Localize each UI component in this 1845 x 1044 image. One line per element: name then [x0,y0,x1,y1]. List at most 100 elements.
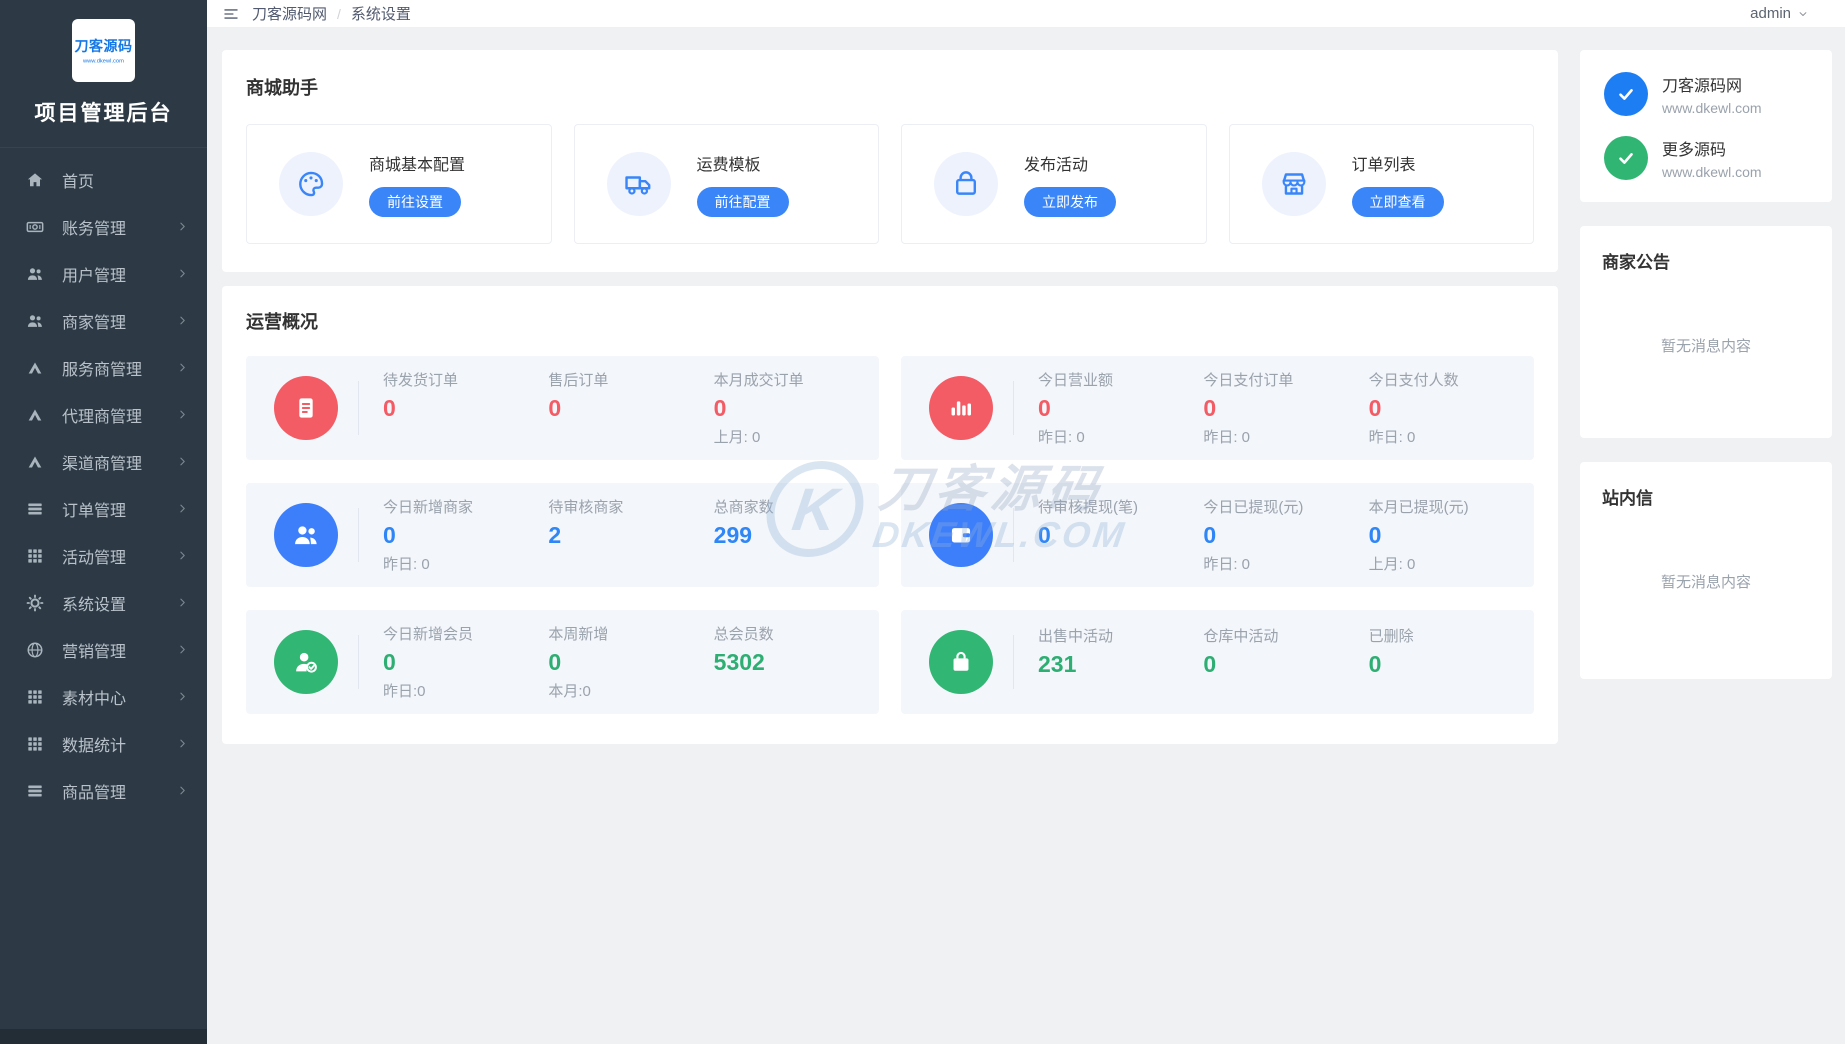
chevron-right-icon [176,455,189,468]
merchant-announcement-card: 商家公告 暂无消息内容 [1580,226,1832,438]
sidebar-item-label: 数据统计 [62,737,127,755]
chevron-right-icon [176,784,189,797]
mall-helper-card: 商城助手 商城基本配置 前往设置 运费模板 前往配置 发布活动 立即发布 订单列… [222,50,1558,272]
stats-panel-activities: 出售中活动 231 仓库中活动 0 已删除 0 [901,610,1534,714]
sidebar-item-users[interactable]: 用户管理 [0,250,207,297]
sidebar-item-label: 订单管理 [62,502,127,520]
breadcrumb-separator: / [337,5,341,22]
gear-icon [25,593,45,613]
stat: 总会员数 5302 [713,626,774,675]
list-icon [25,499,45,519]
sidebar-item-marketing[interactable]: 营销管理 [0,626,207,673]
app-title: 项目管理后台 [34,102,173,125]
section-title: 商城助手 [246,78,318,98]
sidebar-item-products[interactable]: 商品管理 [0,767,207,814]
sidebar-item-activities[interactable]: 活动管理 [0,532,207,579]
sidebar-item-orders[interactable]: 订单管理 [0,485,207,532]
sidebar-item-system-settings[interactable]: 系统设置 [0,579,207,626]
helper-mall-config: 商城基本配置 前往设置 [246,124,552,244]
stat: 本周新增 0 本月:0 [548,626,609,700]
home-icon [25,170,45,190]
site-link-url: www.dkewl.com [1662,164,1762,180]
helper-label: 商城基本配置 [369,157,466,174]
stat: 售后订单 0 [548,372,609,421]
stat: 待发货订单 0 [383,372,459,421]
stat: 今日已提现(元) 0 昨日: 0 [1203,499,1304,573]
operations-overview-card: 运营概况 待发货订单 0 售后订单 0 本月成交订单 0 上月: 0 今日营业额… [222,286,1558,744]
sidebar-item-materials[interactable]: 素材中心 [0,673,207,720]
logo: 刀客源码 www.dkewl.com [0,0,207,82]
sidebar-item-label: 服务商管理 [62,361,143,379]
helper-order-list: 订单列表 立即查看 [1228,124,1534,244]
sidebar-item-home[interactable]: 首页 [0,156,207,203]
publish-now-button[interactable]: 立即发布 [1024,187,1116,217]
sidebar-item-label: 首页 [62,173,95,191]
site-link-dkewl[interactable]: 刀客源码网 www.dkewl.com [1604,72,1808,116]
check-circle-icon [1604,136,1648,180]
stat: 仓库中活动 0 [1203,627,1279,677]
sidebar: 刀客源码 www.dkewl.com 项目管理后台 首页 账务管理 用户管理 商… [0,0,207,1044]
site-links-card: 刀客源码网 www.dkewl.com 更多源码 www.dkewl.com [1580,50,1832,202]
view-now-button[interactable]: 立即查看 [1351,187,1444,217]
caret-person-icon [25,452,45,472]
list-icon [25,781,45,801]
sidebar-item-finance[interactable]: 账务管理 [0,203,207,250]
stats-panel-revenue: 今日营业额 0 昨日: 0 今日支付订单 0 昨日: 0 今日支付人数 0 昨日… [901,356,1534,460]
section-title: 运营概况 [246,312,318,332]
chevron-down-icon [1797,8,1809,20]
sidebar-item-agents[interactable]: 代理商管理 [0,391,207,438]
go-config-button[interactable]: 前往配置 [696,187,789,217]
sidebar-item-service-providers[interactable]: 服务商管理 [0,344,207,391]
stat: 今日营业额 0 昨日: 0 [1038,372,1114,446]
menu-toggle-icon[interactable] [222,5,240,23]
helper-publish-activity: 发布活动 立即发布 [901,124,1207,244]
breadcrumb-root[interactable]: 刀客源码网 [252,3,327,24]
sidebar-item-channels[interactable]: 渠道商管理 [0,438,207,485]
chevron-right-icon [176,596,189,609]
sidebar-item-label: 商品管理 [62,784,127,802]
document-icon [274,376,338,440]
stat: 待审核商家 2 [548,499,624,548]
inbox-empty-message: 暂无消息内容 [1660,574,1751,591]
palette-icon [279,152,343,216]
stat: 本月成交订单 0 上月: 0 [713,372,804,446]
member-check-icon [274,630,338,694]
sidebar-item-merchants[interactable]: 商家管理 [0,297,207,344]
sidebar-item-label: 系统设置 [62,596,127,614]
helper-label: 发布活动 [1024,157,1089,174]
chevron-right-icon [176,267,189,280]
chevron-right-icon [176,220,189,233]
caret-person-icon [25,405,45,425]
helper-label: 运费模板 [696,157,761,174]
go-settings-button[interactable]: 前往设置 [369,187,461,217]
stat: 今日支付订单 0 昨日: 0 [1203,372,1294,446]
check-circle-icon [1604,72,1648,116]
stat: 今日新增会员 0 昨日:0 [383,626,474,700]
bar-chart-icon [929,376,993,440]
chevron-right-icon [176,361,189,374]
user-menu[interactable]: admin [1750,5,1809,22]
chevron-right-icon [176,737,189,750]
merchants-icon [274,503,338,567]
shopping-bag-icon [934,152,998,216]
chevron-right-icon [176,643,189,656]
sidebar-item-label: 渠道商管理 [62,455,143,473]
inbox-title: 站内信 [1602,489,1653,508]
sidebar-item-label: 营销管理 [62,643,127,661]
stats-panel-withdrawals: 待审核提现(笔) 0 今日已提现(元) 0 昨日: 0 本月已提现(元) 0 上… [901,483,1534,587]
stats-panel-members: 今日新增会员 0 昨日:0 本周新增 0 本月:0 总会员数 5302 [246,610,879,714]
stat: 总商家数 299 [713,499,774,548]
sidebar-item-statistics[interactable]: 数据统计 [0,720,207,767]
username: admin [1750,5,1791,22]
announcement-empty-message: 暂无消息内容 [1660,338,1751,355]
helper-freight-template: 运费模板 前往配置 [573,124,879,244]
site-link-url: www.dkewl.com [1662,100,1762,116]
site-link-more-source[interactable]: 更多源码 www.dkewl.com [1604,136,1808,180]
helper-label: 订单列表 [1351,157,1416,174]
stat-grid: 待发货订单 0 售后订单 0 本月成交订单 0 上月: 0 今日营业额 0 昨日… [246,356,1534,714]
storefront-icon [1261,152,1326,216]
content: 商城助手 商城基本配置 前往设置 运费模板 前往配置 发布活动 立即发布 订单列… [207,28,1845,744]
sidebar-item-label: 用户管理 [62,267,127,285]
chevron-right-icon [176,314,189,327]
breadcrumb-current: 系统设置 [350,6,411,23]
